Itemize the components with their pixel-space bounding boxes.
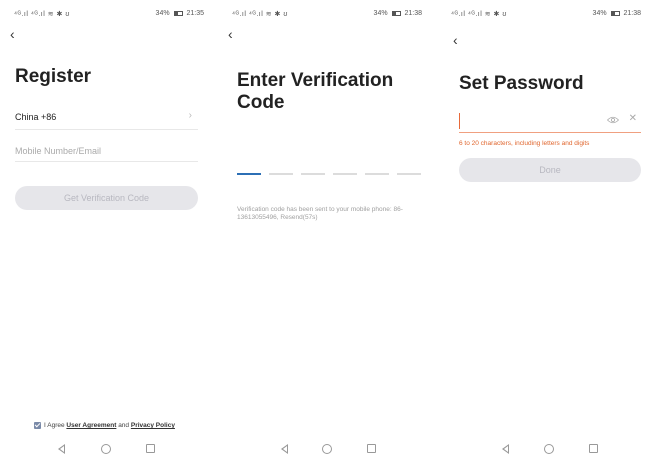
clock: 21:35 [186,10,204,17]
android-nav-bar [0,444,218,456]
mobile-email-input[interactable] [15,140,198,162]
password-hint: 6 to 20 characters, including letters an… [459,140,590,147]
status-bar: ⁴ᴳ.ıl ⁴ᴳ.ıl ≋ ✱ ʊ 34% 21:38 [232,10,422,22]
nav-recent-apps-icon[interactable] [589,444,598,453]
battery-percent: 34% [592,10,607,17]
agree-prefix-text: I Agree [44,422,67,430]
nav-back-icon[interactable] [502,444,509,454]
verification-code-input[interactable] [237,173,422,177]
country-selector[interactable]: China +86 › [15,106,198,130]
get-verification-code-button[interactable]: Get Verification Code [15,186,198,210]
code-digit-slot[interactable] [301,173,325,175]
register-screen: ⁴ᴳ.ıl ⁴ᴳ.ıl ≋ ✱ ʊ 34% 21:35 ‹ Register C… [0,0,218,456]
password-field: ✕ [459,111,641,133]
nav-recent-apps-icon[interactable] [367,444,376,453]
agree-checkbox[interactable] [34,422,41,429]
agree-and-text: and [116,422,131,430]
signal-icons: ⁴ᴳ.ıl ⁴ᴳ.ıl ≋ ✱ ʊ [232,11,288,18]
status-bar: ⁴ᴳ.ıl ⁴ᴳ.ıl ≋ ✱ ʊ 34% 21:38 [451,10,641,22]
battery-percent: 34% [155,10,170,17]
code-digit-slot[interactable] [237,173,261,175]
nav-home-icon[interactable] [322,444,332,454]
user-agreement-link[interactable]: User Agreement [66,422,116,429]
eye-icon[interactable] [607,116,619,124]
page-title: Enter Verification Code [237,70,393,114]
page-title: Set Password [459,73,584,94]
back-arrow-icon[interactable]: ‹ [10,27,15,41]
status-right: 34% 21:35 [156,10,204,17]
battery-icon [173,10,183,16]
nav-recent-apps-icon[interactable] [146,444,155,453]
page-title: Register [15,66,92,87]
country-code-label: China +86 [15,112,57,122]
chevron-right-icon: › [188,110,192,121]
clear-icon[interactable]: ✕ [629,114,637,124]
android-nav-bar [437,444,655,456]
set-password-screen: ⁴ᴳ.ıl ⁴ᴳ.ıl ≋ ✱ ʊ 34% 21:38 ‹ Set Passwo… [437,0,655,456]
nav-back-icon[interactable] [281,444,288,454]
status-right: 34% 21:38 [374,10,422,17]
page-title-line2: Code [237,92,285,113]
code-digit-slot[interactable] [365,173,389,175]
battery-icon [391,10,401,16]
status-bar: ⁴ᴳ.ıl ⁴ᴳ.ıl ≋ ✱ ʊ 34% 21:35 [14,10,204,22]
done-button[interactable]: Done [459,158,641,182]
nav-home-icon[interactable] [101,444,111,454]
agreement-row: I Agree User Agreement and Privacy Polic… [34,422,175,429]
verification-sent-note: Verification code has been sent to your … [237,206,403,221]
nav-back-icon[interactable] [58,444,65,454]
clock: 21:38 [623,10,641,17]
page-title-line1: Enter Verification [237,70,394,91]
signal-icons: ⁴ᴳ.ıl ⁴ᴳ.ıl ≋ ✱ ʊ [451,11,507,18]
battery-percent: 34% [373,10,388,17]
back-arrow-icon[interactable]: ‹ [453,33,458,47]
code-digit-slot[interactable] [269,173,293,175]
signal-icons: ⁴ᴳ.ıl ⁴ᴳ.ıl ≋ ✱ ʊ [14,11,70,18]
status-right: 34% 21:38 [593,10,641,17]
code-digit-slot[interactable] [397,173,421,175]
nav-home-icon[interactable] [544,444,554,454]
privacy-policy-link[interactable]: Privacy Policy [131,422,175,429]
android-nav-bar [218,444,436,456]
clock: 21:38 [404,10,422,17]
password-input[interactable] [459,113,589,129]
verification-screen: ⁴ᴳ.ıl ⁴ᴳ.ıl ≋ ✱ ʊ 34% 21:38 ‹ Enter Veri… [218,0,436,456]
battery-icon [610,10,620,16]
code-digit-slot[interactable] [333,173,357,175]
back-arrow-icon[interactable]: ‹ [228,27,233,41]
